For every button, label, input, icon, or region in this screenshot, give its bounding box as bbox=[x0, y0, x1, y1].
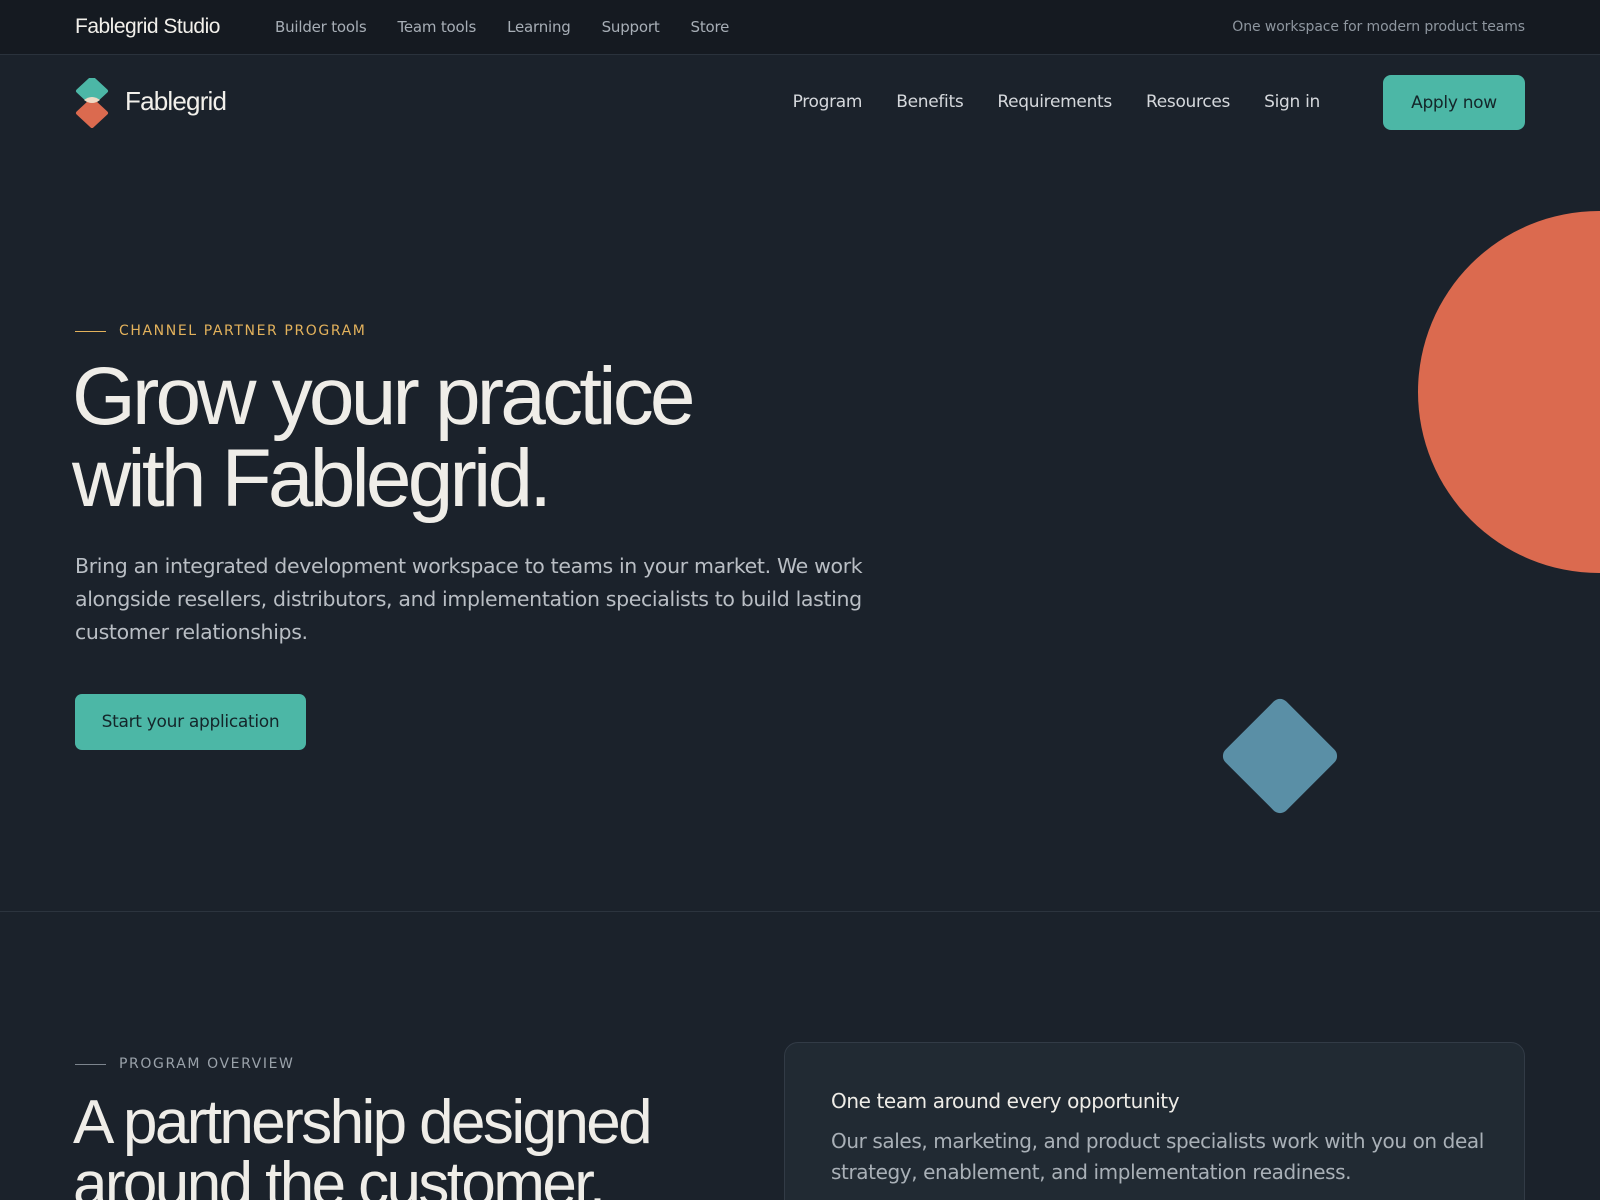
main-nav: Program Benefits Requirements Resources … bbox=[759, 92, 1321, 112]
utility-nav: Builder tools Team tools Learning Suppor… bbox=[275, 18, 760, 36]
hero-section: CHANNEL PARTNER PROGRAM Grow your practi… bbox=[0, 148, 1600, 911]
eyebrow-rule bbox=[75, 330, 106, 332]
utility-link-store[interactable]: Store bbox=[691, 18, 730, 36]
feature-card: One team around every opportunity Our sa… bbox=[784, 1042, 1525, 1200]
feature-card-title: One team around every opportunity bbox=[831, 1089, 1180, 1113]
hero-eyebrow-label: CHANNEL PARTNER PROGRAM bbox=[119, 323, 367, 339]
hero-title: Grow your practice with Fablegrid. bbox=[72, 356, 972, 520]
nav-item-program[interactable]: Program bbox=[793, 92, 863, 112]
nav-item-sign-in[interactable]: Sign in bbox=[1264, 92, 1320, 112]
hero-title-line-1: Grow your practice bbox=[72, 351, 696, 442]
decorative-blue-diamond bbox=[1219, 695, 1341, 817]
topbar-tagline: One workspace for modern product teams bbox=[1232, 19, 1525, 35]
utility-link-team-tools[interactable]: Team tools bbox=[397, 18, 476, 36]
main-header: Fablegrid Program Benefits Requirements … bbox=[0, 56, 1600, 148]
start-application-button[interactable]: Start your application bbox=[75, 694, 306, 750]
top-utility-bar: Fablegrid Studio Builder tools Team tool… bbox=[0, 0, 1600, 55]
brand-name[interactable]: Fablegrid bbox=[125, 86, 227, 117]
utility-link-learning[interactable]: Learning bbox=[507, 18, 571, 36]
hero-subtitle: Bring an integrated development workspac… bbox=[75, 554, 863, 644]
hero-eyebrow: CHANNEL PARTNER PROGRAM bbox=[75, 323, 366, 339]
fablegrid-logo-icon[interactable] bbox=[75, 78, 109, 128]
nav-item-requirements[interactable]: Requirements bbox=[997, 92, 1112, 112]
overview-title-line-2: around the customer. bbox=[73, 1150, 606, 1200]
page: Fablegrid Studio Builder tools Team tool… bbox=[0, 0, 1600, 1200]
overview-title: A partnership designed around the custom… bbox=[73, 1092, 773, 1200]
feature-card-body: Our sales, marketing, and product specia… bbox=[831, 1129, 1484, 1184]
utility-link-support[interactable]: Support bbox=[602, 18, 660, 36]
hero-title-line-2: with Fablegrid. bbox=[72, 433, 552, 524]
overview-eyebrow-label: PROGRAM OVERVIEW bbox=[119, 1056, 295, 1072]
overview-eyebrow: PROGRAM OVERVIEW bbox=[75, 1056, 294, 1072]
eyebrow-rule bbox=[75, 1063, 106, 1065]
decorative-coral-circle bbox=[1418, 211, 1600, 573]
nav-item-resources[interactable]: Resources bbox=[1146, 92, 1230, 112]
section-divider bbox=[0, 911, 1600, 912]
overview-title-line-1: A partnership designed bbox=[73, 1088, 653, 1157]
utility-link-builder-tools[interactable]: Builder tools bbox=[275, 18, 367, 36]
studio-brand-link[interactable]: Fablegrid Studio bbox=[75, 15, 220, 39]
nav-item-benefits[interactable]: Benefits bbox=[896, 92, 963, 112]
apply-now-button[interactable]: Apply now bbox=[1383, 75, 1525, 130]
